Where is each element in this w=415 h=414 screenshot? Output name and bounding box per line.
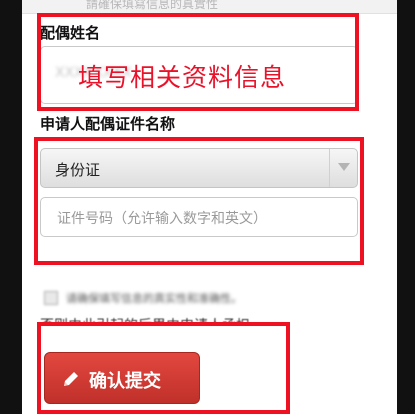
cert-type-label: 申请人配偶证件名称: [40, 115, 176, 133]
annotation-frame-cert: [34, 137, 364, 265]
annotation-frame-submit: [37, 322, 290, 414]
top-strip: 請確保填寫信息的真實性: [22, 0, 397, 14]
screen-edge-left: [0, 0, 22, 414]
agree-checkbox[interactable]: [44, 291, 58, 305]
top-strip-text: 請確保填寫信息的真實性: [86, 0, 219, 11]
annotation-frame-spouse: [37, 13, 359, 111]
screen-edge-right: [397, 0, 415, 414]
agree-text: 请确保填写信息的真实性和准确性。: [66, 292, 242, 305]
